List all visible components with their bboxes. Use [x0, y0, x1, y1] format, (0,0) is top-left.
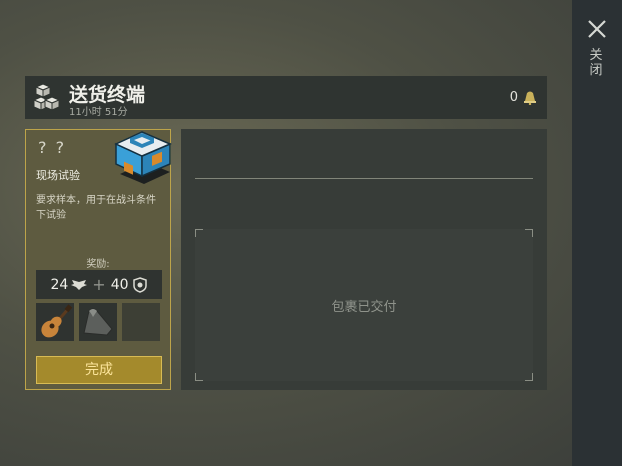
- metal-sheet-icon: [83, 308, 113, 336]
- bell-icon[interactable]: [522, 89, 538, 105]
- wings-icon: [71, 279, 88, 290]
- plus-sign: +: [92, 275, 106, 294]
- complete-button[interactable]: 完成: [36, 356, 162, 384]
- corner-mark: [525, 229, 533, 237]
- corner-mark: [195, 373, 203, 381]
- close-icon[interactable]: [586, 18, 608, 40]
- reward-slot-sheet[interactable]: [79, 303, 117, 341]
- delivery-name: 现场试验: [36, 169, 80, 182]
- cubes-icon: [33, 83, 61, 111]
- delivery-description: 要求样本，用于在战斗条件下试验: [36, 195, 156, 221]
- terminal-header: 送货终端 11小时 51分 0: [25, 76, 547, 119]
- delivery-panel: 包裹已交付: [181, 129, 547, 390]
- guitar-icon: [41, 304, 73, 338]
- unknown-marker: ? ?: [38, 138, 67, 157]
- reward-slot-empty: [122, 303, 160, 341]
- crate-icon: [114, 131, 172, 184]
- reward-slot-guitar[interactable]: [36, 303, 74, 341]
- corner-mark: [525, 373, 533, 381]
- delivered-box: 包裹已交付: [195, 229, 533, 381]
- corner-mark: [195, 229, 203, 237]
- panel-divider: [195, 178, 533, 179]
- delivered-text: 包裹已交付: [331, 300, 397, 315]
- badge-icon: [132, 276, 147, 293]
- timer-text: 11小时 51分: [69, 107, 128, 118]
- close-label[interactable]: 关闭: [588, 48, 604, 78]
- reward-label: 奖励:: [86, 259, 110, 270]
- right-sidebar: 关闭: [572, 0, 622, 466]
- reward-a-value: 24: [50, 276, 69, 293]
- reward-b-value: 40: [110, 276, 129, 293]
- reward-bar: 24 + 40: [36, 270, 162, 299]
- notification-count: 0: [509, 90, 518, 105]
